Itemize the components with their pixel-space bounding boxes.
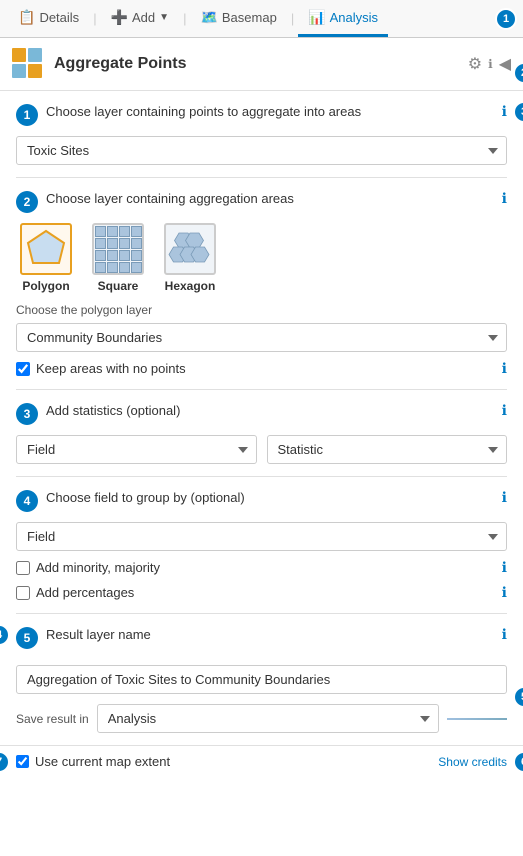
save-dropdown-wrapper: Analysis xyxy=(97,704,439,733)
basemap-label: Basemap xyxy=(222,10,277,25)
step3-badge: 3 xyxy=(16,403,38,425)
group-field-dropdown[interactable]: Field xyxy=(16,522,507,551)
field-dropdown-wrapper: Field xyxy=(16,435,257,464)
save-row: Save result in Analysis xyxy=(16,704,507,733)
minority-info-icon[interactable]: ℹ xyxy=(502,559,507,576)
settings-button[interactable]: ⚙ xyxy=(468,54,482,74)
polygon-option[interactable]: Polygon xyxy=(20,223,72,293)
analysis-label: Analysis xyxy=(330,10,378,25)
step1-dropdown[interactable]: Toxic Sites xyxy=(16,136,507,165)
step3-dropdowns: Field Statistic xyxy=(16,435,507,464)
bottom-bar: Use current map extent Show credits 7 6 xyxy=(0,745,523,777)
step4-info-icon[interactable]: ℹ xyxy=(502,489,507,506)
nav-details[interactable]: 📋 Details xyxy=(8,0,89,37)
analysis-icon: 📊 xyxy=(308,9,325,26)
hexagon-icon-box xyxy=(164,223,216,275)
nav-basemap[interactable]: 🗺️ Basemap xyxy=(190,0,286,37)
badge-2: 2 xyxy=(513,62,523,84)
use-extent-label: Use current map extent xyxy=(35,754,170,769)
section-step3: 3 Add statistics (optional) ℹ Field Stat… xyxy=(0,390,523,476)
save-line-decoration xyxy=(447,718,507,720)
step1-badge: 1 xyxy=(16,104,38,126)
polygon-sublabel: Choose the polygon layer xyxy=(16,303,507,317)
step2-dropdown[interactable]: Community Boundaries xyxy=(16,323,507,352)
badge-left-4: 4 xyxy=(0,624,10,646)
header-actions: ⚙ ℹ ◀ xyxy=(468,54,511,74)
step2-badge: 2 xyxy=(16,191,38,213)
percentages-label: Add percentages xyxy=(36,585,134,600)
back-button[interactable]: ◀ xyxy=(499,54,511,74)
save-dropdown[interactable]: Analysis xyxy=(97,704,439,733)
badge-left-7: 7 xyxy=(0,751,10,773)
keep-areas-row: Keep areas with no points ℹ xyxy=(16,360,507,377)
use-extent-row: Use current map extent xyxy=(16,754,170,769)
top-nav: 📋 Details | ➕ Add ▼ | 🗺️ Basemap | 📊 Ana… xyxy=(0,0,523,38)
add-dropdown-arrow: ▼ xyxy=(159,12,169,23)
keep-areas-label: Keep areas with no points xyxy=(36,361,186,376)
keep-areas-info-icon[interactable]: ℹ xyxy=(502,360,507,377)
save-label: Save result in xyxy=(16,712,89,726)
add-icon: ➕ xyxy=(111,9,128,26)
percentages-info-icon[interactable]: ℹ xyxy=(502,584,507,601)
group-field-dropdown-wrapper: Field xyxy=(16,522,507,551)
show-credits-link[interactable]: Show credits xyxy=(438,755,507,769)
minority-row: Add minority, majority ℹ xyxy=(16,559,507,576)
badge-right-5: 5 xyxy=(513,686,523,708)
details-label: Details xyxy=(39,10,79,25)
percentages-row: Add percentages ℹ xyxy=(16,584,507,601)
hexagon-label: Hexagon xyxy=(165,279,216,293)
step5-badge: 5 xyxy=(16,627,38,649)
nav-analysis[interactable]: 📊 Analysis xyxy=(298,0,388,37)
section-step4: 4 Choose field to group by (optional) ℹ … xyxy=(0,477,523,613)
square-grid xyxy=(95,226,142,273)
step2-info-icon[interactable]: ℹ xyxy=(502,190,507,207)
agg-icons-row: Polygon Square xyxy=(16,223,507,293)
badge-1: 1 xyxy=(495,8,517,30)
panel-icon xyxy=(12,48,44,80)
step1-dropdown-wrapper: Toxic Sites xyxy=(16,136,507,165)
step3-text: Add statistics (optional) xyxy=(46,402,180,420)
section-step1: 1 Choose layer containing points to aggr… xyxy=(0,91,523,177)
minority-checkbox[interactable] xyxy=(16,561,30,575)
field-dropdown[interactable]: Field xyxy=(16,435,257,464)
use-extent-checkbox[interactable] xyxy=(16,755,29,768)
step3-info-icon[interactable]: ℹ xyxy=(502,402,507,419)
step1-text: Choose layer containing points to aggreg… xyxy=(46,103,361,121)
basemap-icon: 🗺️ xyxy=(200,9,217,26)
header-info-icon[interactable]: ℹ xyxy=(488,57,493,71)
badge-right-6: 6 xyxy=(513,751,523,773)
step1-info-icon[interactable]: ℹ xyxy=(502,103,507,120)
percentages-checkbox[interactable] xyxy=(16,586,30,600)
step5-text: Result layer name xyxy=(46,626,151,644)
add-label: Add xyxy=(132,10,155,25)
step4-badge: 4 xyxy=(16,490,38,512)
nav-add[interactable]: ➕ Add ▼ xyxy=(101,0,179,37)
step2-text: Choose layer containing aggregation area… xyxy=(46,190,294,208)
details-icon: 📋 xyxy=(18,9,35,26)
result-name-input[interactable] xyxy=(16,665,507,694)
square-icon-box xyxy=(92,223,144,275)
panel-title: Aggregate Points xyxy=(54,55,468,73)
step5-info-icon[interactable]: ℹ xyxy=(502,626,507,643)
step4-text: Choose field to group by (optional) xyxy=(46,489,245,507)
statistic-dropdown-wrapper: Statistic xyxy=(267,435,508,464)
keep-areas-checkbox[interactable] xyxy=(16,362,30,376)
badge-3: 3 xyxy=(513,101,523,123)
square-option[interactable]: Square xyxy=(92,223,144,293)
step2-dropdown-wrapper: Community Boundaries xyxy=(16,323,507,352)
section-step5: 5 Result layer name ℹ Save result in Ana… xyxy=(0,614,523,745)
polygon-icon-box xyxy=(20,223,72,275)
section-step2: 2 Choose layer containing aggregation ar… xyxy=(0,178,523,389)
polygon-label: Polygon xyxy=(22,279,69,293)
statistic-dropdown[interactable]: Statistic xyxy=(267,435,508,464)
panel-header: Aggregate Points ⚙ ℹ ◀ 2 xyxy=(0,38,523,91)
hexagon-option[interactable]: Hexagon xyxy=(164,223,216,293)
square-label: Square xyxy=(98,279,139,293)
minority-label: Add minority, majority xyxy=(36,560,160,575)
